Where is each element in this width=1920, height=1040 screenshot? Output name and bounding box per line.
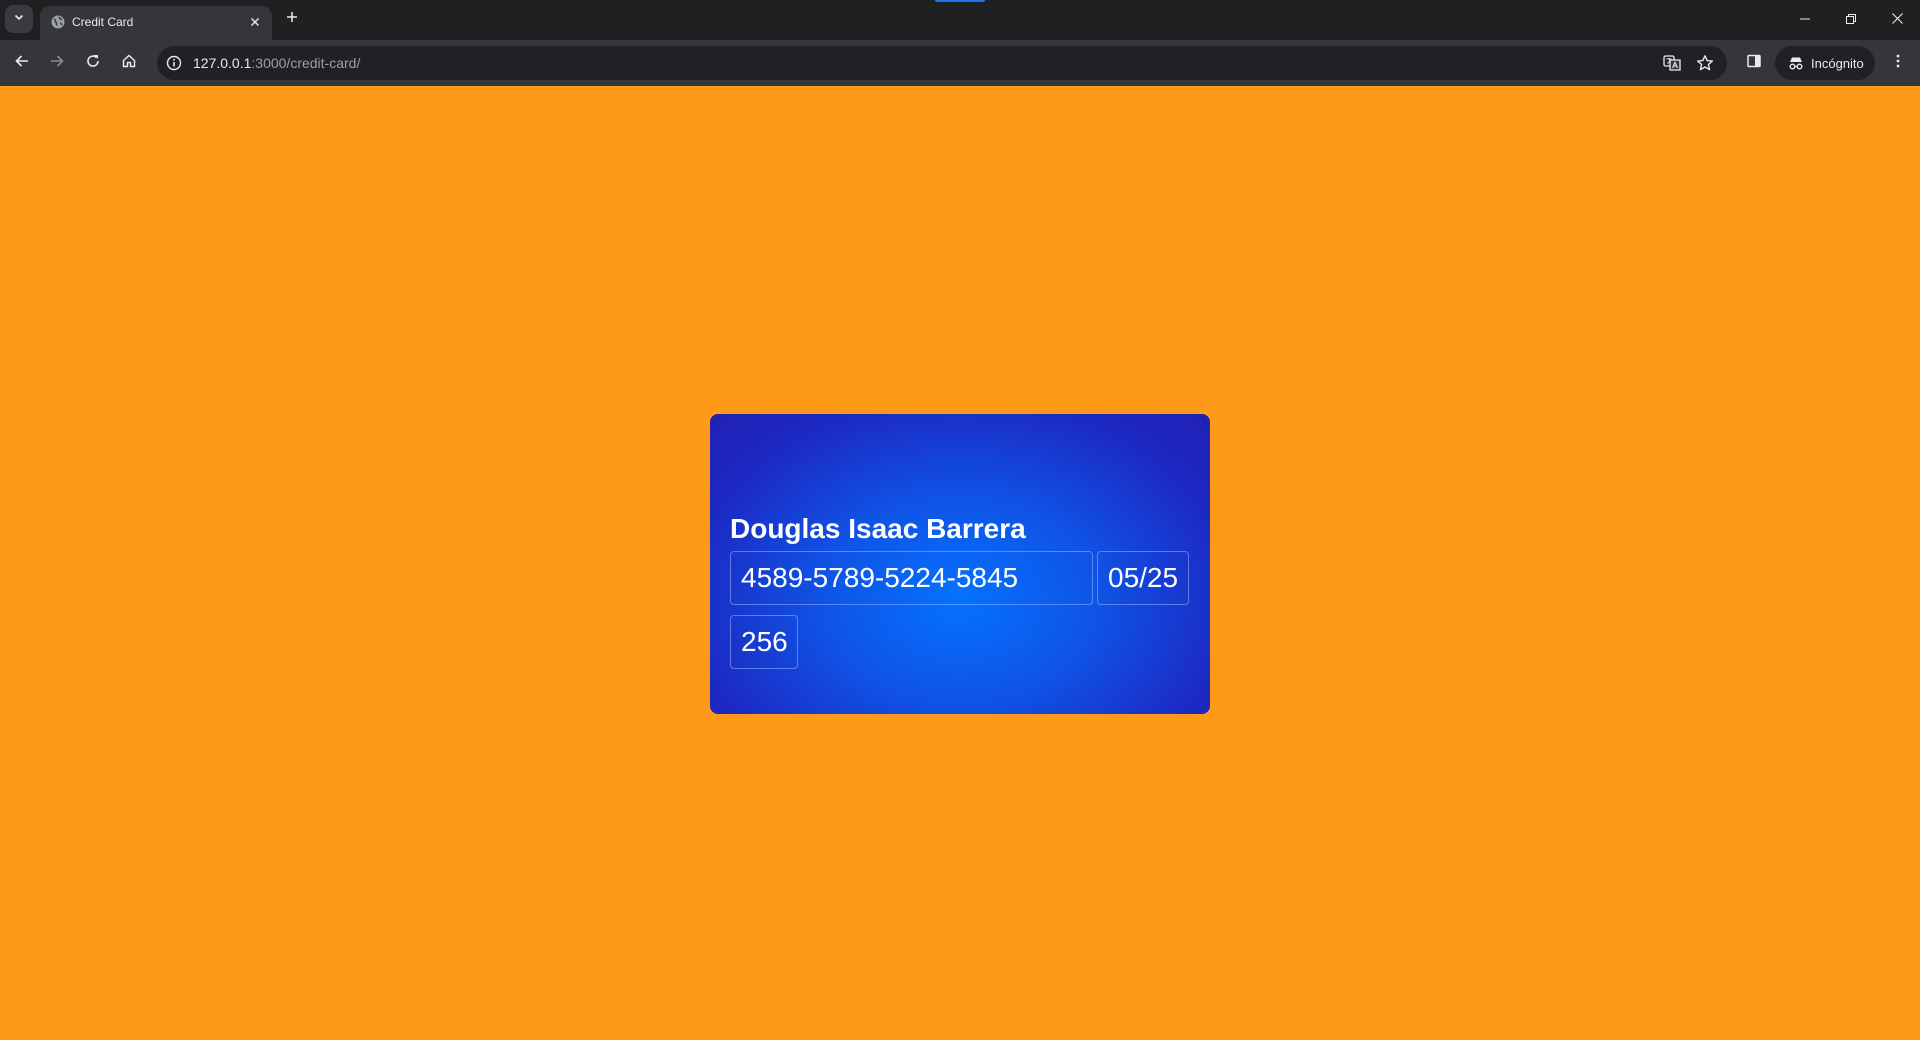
card-number-value: 4589-5789-5224-5845 bbox=[741, 562, 1019, 593]
browser-window: Credit Card 127.0.0.1:3000/credit-card/ … bbox=[0, 0, 1920, 1040]
translate-icon[interactable] bbox=[1662, 53, 1682, 73]
globe-icon bbox=[50, 14, 66, 30]
home-button[interactable] bbox=[114, 48, 144, 78]
kebab-menu-icon bbox=[1890, 53, 1906, 74]
star-icon[interactable] bbox=[1695, 53, 1715, 73]
page-content: Douglas Isaac Barrera 4589-5789-5224-584… bbox=[0, 86, 1920, 1040]
minimize-icon bbox=[1800, 11, 1810, 29]
drag-indicator bbox=[935, 0, 985, 2]
browser-toolbar: 127.0.0.1:3000/credit-card/ Incógnito bbox=[0, 40, 1920, 86]
url-host: 127.0.0.1 bbox=[193, 55, 252, 71]
card-expiry-value: 05/25 bbox=[1108, 562, 1179, 593]
new-tab-button[interactable] bbox=[280, 7, 304, 31]
restore-icon bbox=[1846, 11, 1856, 29]
reload-button[interactable] bbox=[78, 48, 108, 78]
arrow-left-icon bbox=[14, 53, 30, 74]
minimize-button[interactable] bbox=[1782, 0, 1828, 40]
plus-icon bbox=[286, 10, 298, 28]
incognito-label: Incógnito bbox=[1811, 55, 1864, 71]
url-path: :3000/credit-card/ bbox=[251, 55, 361, 71]
close-window-button[interactable] bbox=[1874, 0, 1920, 40]
chevron-down-icon bbox=[13, 10, 25, 28]
card-cvv-field[interactable]: 256 bbox=[730, 615, 798, 669]
close-icon[interactable] bbox=[246, 13, 264, 31]
tab-title: Credit Card bbox=[72, 15, 134, 29]
info-icon[interactable] bbox=[165, 54, 183, 72]
card-number-field[interactable]: 4589-5789-5224-5845 bbox=[730, 551, 1093, 605]
chrome-menu-button[interactable] bbox=[1883, 48, 1913, 78]
cardholder-name: Douglas Isaac Barrera bbox=[730, 513, 1026, 544]
incognito-indicator[interactable]: Incógnito bbox=[1775, 46, 1875, 80]
close-icon bbox=[1891, 11, 1903, 29]
card-cvv-value: 256 bbox=[741, 626, 788, 657]
back-button[interactable] bbox=[7, 48, 37, 78]
tab-search-button[interactable] bbox=[5, 5, 33, 33]
credit-card: Douglas Isaac Barrera 4589-5789-5224-584… bbox=[710, 414, 1210, 714]
card-expiry-field[interactable]: 05/25 bbox=[1097, 551, 1189, 605]
restore-button[interactable] bbox=[1828, 0, 1874, 40]
address-bar[interactable]: 127.0.0.1:3000/credit-card/ bbox=[157, 46, 1727, 80]
tab-strip: Credit Card bbox=[0, 0, 1920, 40]
home-icon bbox=[121, 53, 137, 74]
arrow-right-icon bbox=[49, 53, 65, 74]
incognito-icon bbox=[1787, 54, 1805, 72]
tab-credit-card[interactable]: Credit Card bbox=[40, 6, 272, 40]
url-text[interactable]: 127.0.0.1:3000/credit-card/ bbox=[193, 55, 360, 71]
side-panel-icon bbox=[1746, 53, 1762, 74]
side-panel-button[interactable] bbox=[1739, 48, 1769, 78]
forward-button[interactable] bbox=[42, 48, 72, 78]
reload-icon bbox=[85, 53, 101, 74]
